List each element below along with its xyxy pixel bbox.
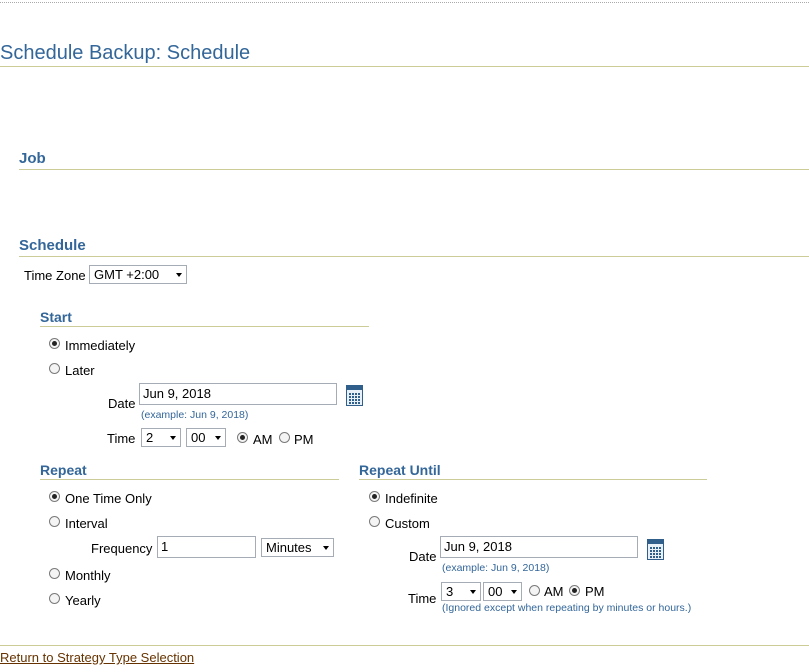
start-am-radio[interactable]: [237, 432, 248, 443]
repeat-until-date-label: Date: [409, 549, 437, 564]
start-date-input[interactable]: Jun 9, 2018: [139, 383, 337, 405]
start-date-label: Date: [108, 396, 136, 411]
top-dotted-divider: [0, 2, 809, 3]
chevron-down-icon: [215, 436, 221, 440]
chevron-down-icon: [470, 590, 476, 594]
title-divider: [0, 66, 809, 67]
repeat-until-hour-select[interactable]: 3: [441, 582, 481, 601]
start-hour-value: 2: [146, 430, 154, 445]
repeat-until-minute-select[interactable]: 00: [483, 582, 522, 601]
repeat-until-date-input[interactable]: Jun 9, 2018: [440, 536, 638, 558]
calendar-icon[interactable]: [346, 385, 363, 406]
return-to-strategy-link[interactable]: Return to Strategy Type Selection: [0, 650, 194, 665]
chevron-down-icon: [176, 273, 182, 277]
repeat-until-indefinite-label: Indefinite: [385, 491, 438, 506]
repeat-divider: [40, 479, 339, 480]
repeat-until-pm-radio[interactable]: [569, 585, 580, 596]
frequency-unit-select[interactable]: Minutes: [261, 538, 334, 557]
frequency-unit-value: Minutes: [266, 540, 312, 555]
repeat-until-indefinite-radio[interactable]: [369, 491, 380, 502]
repeat-until-custom-radio[interactable]: [369, 516, 380, 527]
start-later-radio[interactable]: [49, 363, 60, 374]
timezone-label: Time Zone: [24, 268, 86, 283]
page-title: Schedule Backup: Schedule: [0, 42, 251, 64]
start-pm-label: PM: [294, 432, 314, 447]
start-heading: Start: [40, 309, 72, 325]
repeat-one-time-radio[interactable]: [49, 491, 60, 502]
start-divider: [40, 326, 369, 327]
frequency-input[interactable]: 1: [157, 536, 256, 558]
repeat-until-date-example: (example: Jun 9, 2018): [442, 562, 550, 574]
repeat-until-custom-label: Custom: [385, 516, 430, 531]
start-date-example: (example: Jun 9, 2018): [141, 409, 249, 421]
schedule-section-heading: Schedule: [19, 237, 86, 254]
schedule-section-divider: [19, 256, 809, 257]
calendar-icon[interactable]: [647, 539, 664, 560]
start-immediately-radio[interactable]: [49, 338, 60, 349]
chevron-down-icon: [323, 546, 329, 550]
start-am-label: AM: [253, 432, 273, 447]
repeat-until-am-label: AM: [544, 584, 564, 599]
repeat-until-hour-value: 3: [446, 584, 454, 599]
job-section-heading: Job: [19, 150, 46, 167]
repeat-until-divider: [359, 479, 707, 480]
repeat-until-pm-label: PM: [585, 584, 605, 599]
repeat-yearly-label: Yearly: [65, 593, 101, 608]
bottom-divider: [0, 645, 809, 646]
start-pm-radio[interactable]: [279, 432, 290, 443]
repeat-until-time-label: Time: [408, 591, 437, 606]
start-immediately-label: Immediately: [65, 338, 136, 353]
repeat-one-time-label: One Time Only: [65, 491, 152, 506]
timezone-value: GMT +2:00: [94, 267, 160, 282]
repeat-until-minute-value: 00: [488, 584, 503, 599]
chevron-down-icon: [170, 436, 176, 440]
chevron-down-icon: [511, 590, 517, 594]
start-minute-value: 00: [191, 430, 206, 445]
repeat-yearly-radio[interactable]: [49, 593, 60, 604]
frequency-label: Frequency: [91, 541, 153, 556]
timezone-select[interactable]: GMT +2:00: [89, 265, 187, 284]
repeat-until-heading: Repeat Until: [359, 462, 441, 478]
start-later-label: Later: [65, 363, 95, 378]
repeat-until-time-note: (Ignored except when repeating by minute…: [442, 602, 692, 614]
repeat-monthly-label: Monthly: [65, 568, 111, 583]
repeat-interval-radio[interactable]: [49, 516, 60, 527]
start-time-label: Time: [107, 431, 136, 446]
start-minute-select[interactable]: 00: [186, 428, 226, 447]
repeat-heading: Repeat: [40, 462, 87, 478]
job-section-divider: [19, 169, 809, 170]
start-hour-select[interactable]: 2: [141, 428, 181, 447]
repeat-until-am-radio[interactable]: [529, 585, 540, 596]
repeat-interval-label: Interval: [65, 516, 108, 531]
repeat-monthly-radio[interactable]: [49, 568, 60, 579]
